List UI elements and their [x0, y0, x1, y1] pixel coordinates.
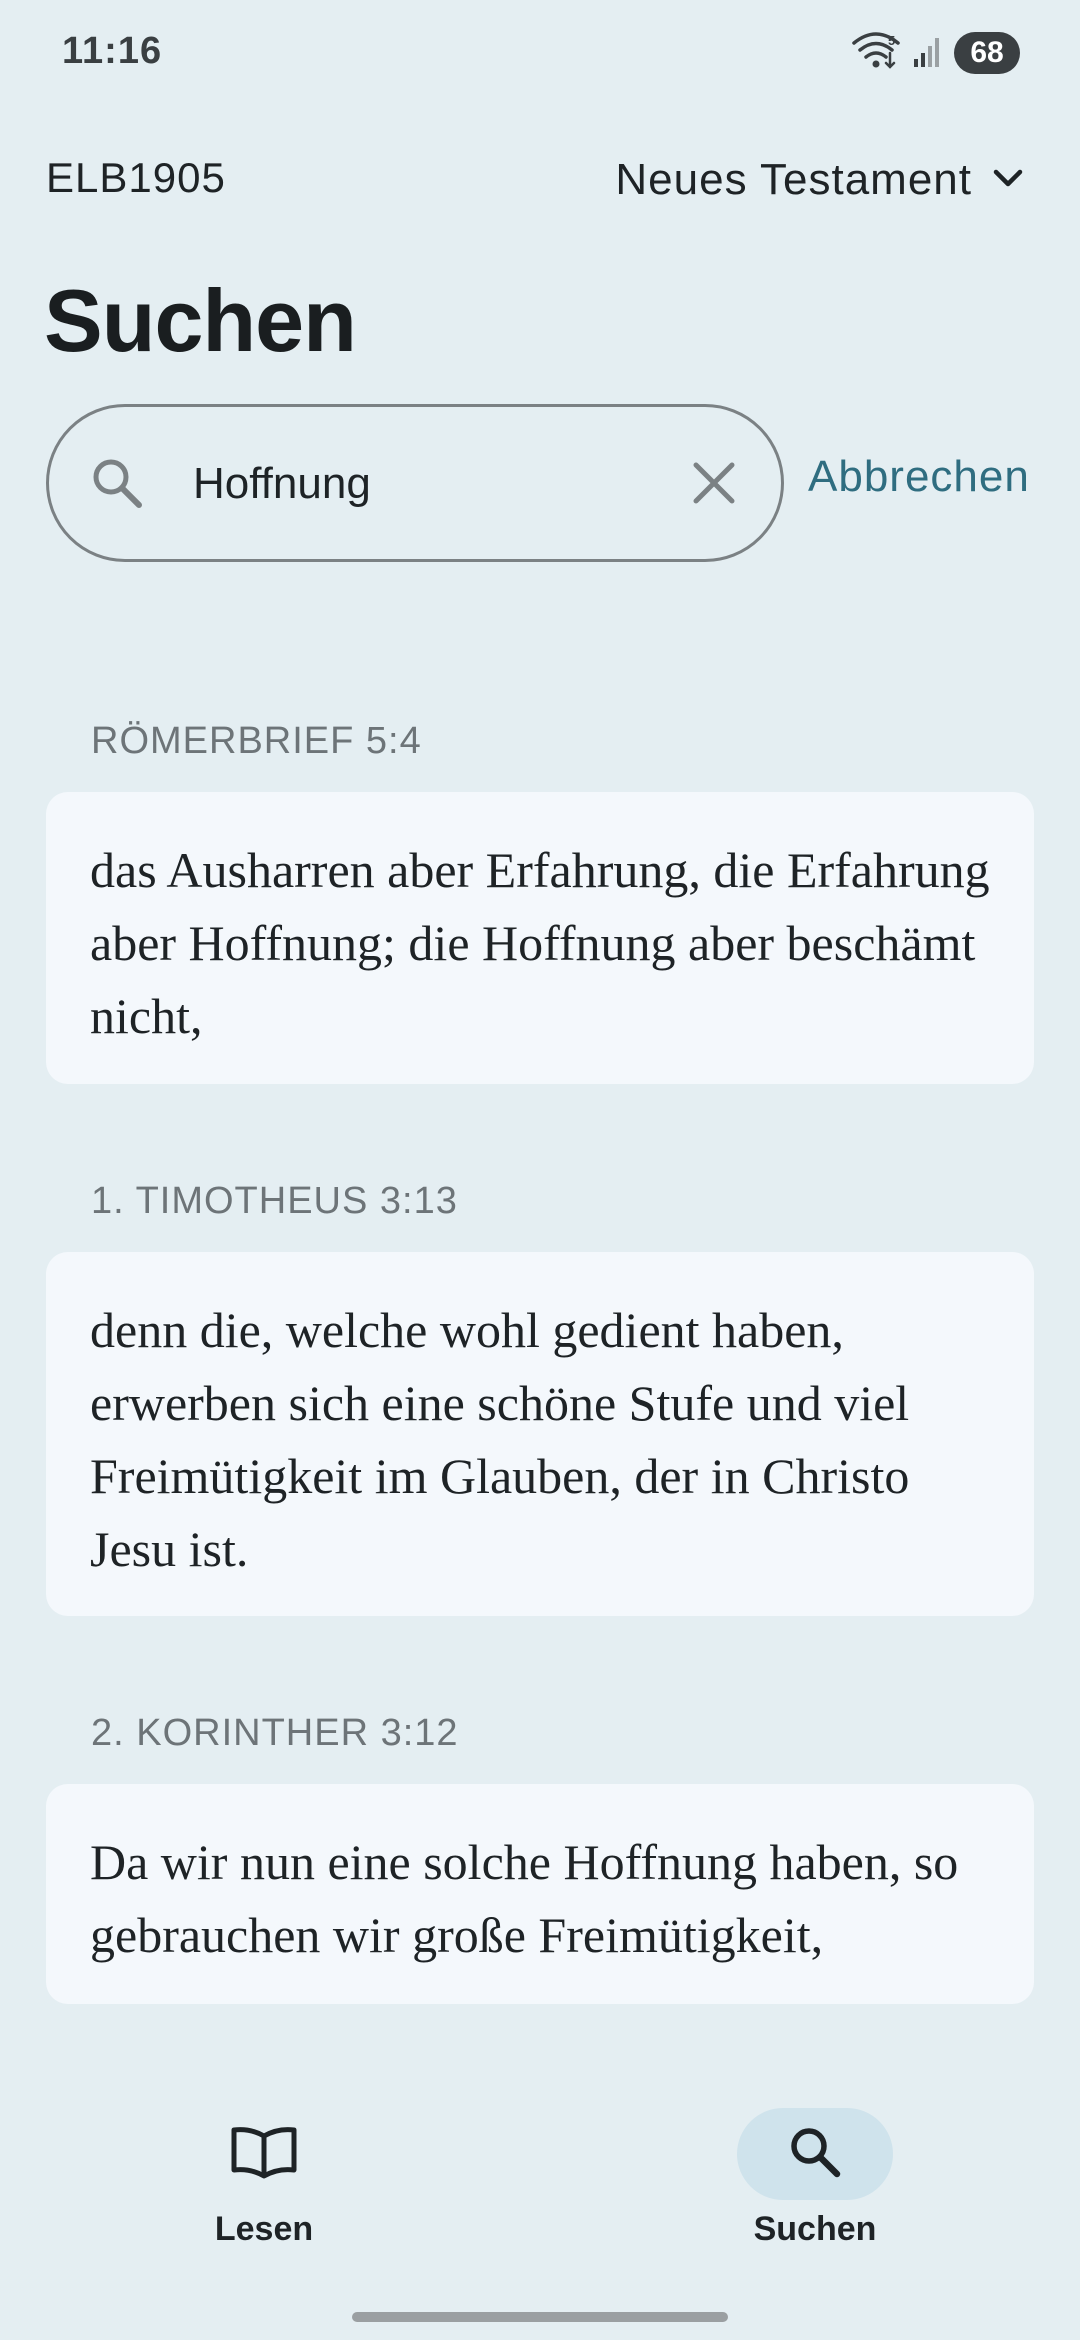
search-icon — [787, 2124, 843, 2185]
result-text: das Ausharren aber Erfahrung, die Erfahr… — [90, 842, 990, 1044]
close-icon[interactable] — [689, 458, 739, 508]
nav-item-suchen[interactable]: Suchen — [705, 2108, 925, 2258]
status-bar: 11:16 5 68 — [0, 0, 1080, 110]
result-text: Da wir nun eine solche Hoffnung haben, s… — [90, 1834, 959, 1963]
testament-dropdown[interactable]: Neues Testament — [615, 150, 1026, 210]
book-icon — [228, 2124, 300, 2185]
top-bar: ELB1905 Neues Testament — [0, 140, 1080, 220]
testament-label: Neues Testament — [615, 155, 972, 204]
nav-icon-container — [186, 2108, 342, 2200]
nav-icon-container — [737, 2108, 893, 2200]
cancel-button[interactable]: Abbrechen — [808, 452, 1030, 502]
wifi-badge: 5 — [888, 33, 895, 48]
result-reference: 1. TIMOTHEUS 3:13 — [91, 1180, 458, 1222]
nav-label-suchen: Suchen — [753, 2210, 877, 2248]
search-input[interactable] — [193, 447, 713, 521]
result-card[interactable]: das Ausharren aber Erfahrung, die Erfahr… — [46, 792, 1034, 1084]
wifi-icon: 5 — [852, 31, 900, 76]
search-icon — [89, 455, 145, 511]
result-reference: 2. KORINTHER 3:12 — [91, 1712, 459, 1754]
home-indicator[interactable] — [352, 2312, 728, 2322]
search-box[interactable] — [46, 404, 784, 562]
bottom-navigation: Lesen Suchen — [0, 2090, 1080, 2280]
signal-icon — [912, 33, 942, 74]
nav-label-lesen: Lesen — [214, 2210, 314, 2248]
battery-indicator: 68 — [954, 32, 1020, 74]
nav-item-lesen[interactable]: Lesen — [154, 2108, 374, 2258]
result-text: denn die, welche wohl gedient haben, erw… — [90, 1302, 910, 1577]
result-card[interactable]: Da wir nun eine solche Hoffnung haben, s… — [46, 1784, 1034, 2004]
chevron-down-icon — [990, 160, 1026, 201]
result-reference: RÖMERBRIEF 5:4 — [91, 720, 422, 762]
page-title: Suchen — [44, 271, 357, 370]
translation-label[interactable]: ELB1905 — [46, 154, 226, 202]
status-time: 11:16 — [62, 30, 163, 72]
result-card[interactable]: denn die, welche wohl gedient haben, erw… — [46, 1252, 1034, 1616]
status-icons: 5 68 — [852, 30, 1020, 76]
